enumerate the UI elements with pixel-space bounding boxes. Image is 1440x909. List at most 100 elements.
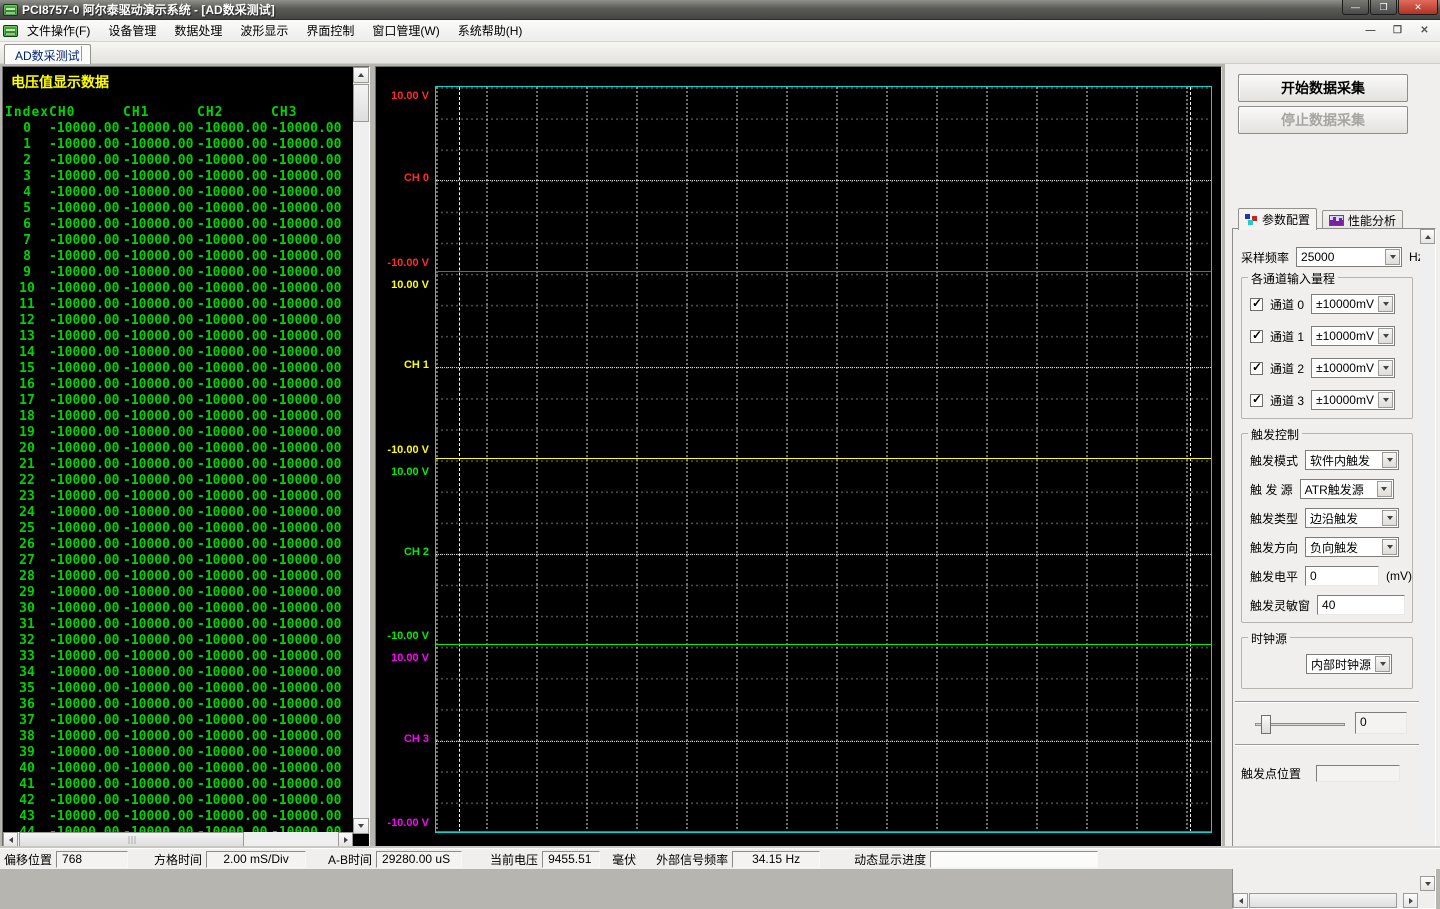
trigger-window-input[interactable]: 40 — [1317, 595, 1406, 615]
hscroll-thumb[interactable] — [1249, 893, 1397, 908]
menu-device[interactable]: 设备管理 — [99, 19, 165, 42]
chevron-down-icon[interactable] — [1385, 249, 1401, 265]
chevron-down-icon[interactable] — [1378, 328, 1394, 344]
channel-enable-checkbox[interactable] — [1250, 392, 1263, 407]
vscroll-thumb[interactable] — [353, 84, 369, 122]
chevron-down-icon[interactable] — [1378, 392, 1394, 408]
hscroll-thumb[interactable] — [19, 832, 244, 847]
menu-ui[interactable]: 界面控制 — [297, 19, 363, 42]
menu-data[interactable]: 数据处理 — [165, 19, 231, 42]
menu-wave[interactable]: 波形显示 — [231, 19, 297, 42]
voltage-cell: -10000.00 — [271, 377, 342, 392]
scroll-down-button[interactable] — [1420, 876, 1435, 891]
row-index: 41 — [19, 777, 35, 792]
cursor-a-line[interactable] — [459, 87, 460, 832]
close-button[interactable]: ✕ — [1398, 0, 1438, 15]
voltage-cell: -10000.00 — [123, 425, 194, 440]
tab-parameter-config[interactable]: 参数配置 — [1238, 208, 1318, 230]
status-bar: 偏移位置 768 方格时间 2.00 mS/Div A-B时间 29280.00… — [0, 848, 1440, 869]
voltage-cell: -10000.00 — [197, 729, 268, 744]
chevron-down-icon[interactable] — [1382, 452, 1398, 468]
panel-hscrollbar[interactable] — [1233, 893, 1420, 908]
mdi-restore-button[interactable]: ❐ — [1386, 22, 1409, 39]
row-index: 25 — [19, 521, 35, 536]
scroll-down-button[interactable] — [353, 818, 369, 834]
channel-enable-checkbox[interactable] — [1250, 328, 1263, 343]
voltage-cell: -10000.00 — [49, 473, 120, 488]
voltage-cell: -10000.00 — [123, 569, 194, 584]
trigger-source-select[interactable]: ATR触发源 — [1299, 479, 1394, 499]
row-index: 24 — [19, 505, 35, 520]
mdi-minimize-button[interactable]: — — [1359, 22, 1382, 39]
menu-help[interactable]: 系统帮助(H) — [449, 19, 532, 42]
row-index: 34 — [19, 665, 35, 680]
chevron-down-icon[interactable] — [1378, 296, 1394, 312]
voltage-cell: -10000.00 — [123, 585, 194, 600]
voltage-cell: -10000.00 — [123, 601, 194, 616]
channel-enable-checkbox[interactable] — [1250, 296, 1263, 311]
app-icon — [3, 3, 18, 16]
table-hscrollbar[interactable] — [3, 832, 353, 847]
row-index: 19 — [19, 425, 35, 440]
channel-range-value: ±10000mV — [1316, 361, 1374, 375]
tab-ad-test[interactable]: AD数采测试 — [4, 44, 91, 64]
slider-thumb[interactable] — [1261, 715, 1271, 734]
voltage-cell: -10000.00 — [197, 809, 268, 824]
menu-window[interactable]: 窗口管理(W) — [363, 19, 448, 42]
clock-source-select[interactable]: 内部时钟源 — [1306, 654, 1392, 674]
chevron-down-icon[interactable] — [1375, 656, 1390, 672]
voltage-cell: -10000.00 — [123, 137, 194, 152]
sample-rate-select[interactable]: 25000 — [1296, 247, 1403, 267]
voltage-cell: -10000.00 — [197, 473, 268, 488]
channel-range-select[interactable]: ±10000mV — [1311, 294, 1396, 314]
scroll-up-button[interactable] — [1420, 229, 1435, 244]
voltage-cell: -10000.00 — [49, 825, 123, 832]
scroll-left-button[interactable] — [3, 832, 18, 847]
menu-file[interactable]: 文件操作(F) — [18, 19, 99, 42]
voltage-cell: -10000.00 — [123, 489, 194, 504]
trigger-mode-select[interactable]: 软件内触发 — [1305, 450, 1400, 470]
child-window-icon[interactable] — [3, 24, 18, 37]
channel-range-select[interactable]: ±10000mV — [1311, 326, 1396, 346]
trigger-type-select[interactable]: 边沿触发 — [1305, 508, 1400, 528]
scroll-right-button[interactable] — [338, 832, 353, 847]
channel-enable-checkbox[interactable] — [1250, 360, 1263, 375]
table-row: 8 -10000.00 -10000.00 -10000.00 -10000.00 — [5, 249, 353, 265]
offset-slider[interactable] — [1255, 715, 1345, 734]
voltage-cell: -10000.00 — [49, 633, 120, 648]
table-vscrollbar[interactable] — [353, 67, 369, 834]
minimize-button[interactable]: — — [1342, 0, 1369, 15]
scroll-up-button[interactable] — [353, 67, 369, 83]
chevron-down-icon[interactable] — [1376, 481, 1392, 497]
row-index: 2 — [23, 153, 31, 168]
table-row: 35 -10000.00 -10000.00 -10000.00 -10000.00 — [5, 681, 353, 697]
voltage-cell: -10000.00 — [271, 601, 342, 616]
voltage-cell: -10000.00 — [49, 169, 120, 184]
channel-zero-line — [436, 180, 1211, 181]
panel-vscrollbar[interactable] — [1420, 229, 1435, 892]
voltage-cell: -10000.00 — [49, 313, 120, 328]
trigger-direction-select[interactable]: 负向触发 — [1305, 537, 1400, 557]
trigger-level-input[interactable]: 0 — [1305, 566, 1380, 586]
tab-performance-analysis[interactable]: 性能分析 — [1322, 210, 1404, 230]
voltage-cell: -10000.00 — [49, 585, 120, 600]
chevron-down-icon[interactable] — [1382, 539, 1398, 555]
chevron-down-icon[interactable] — [1382, 510, 1398, 526]
mdi-close-button[interactable]: ✕ — [1413, 22, 1436, 39]
column-header: Index — [5, 105, 50, 120]
scroll-right-button[interactable] — [1403, 893, 1418, 908]
channel-range-select[interactable]: ±10000mV — [1311, 358, 1396, 378]
cursor-b-line[interactable] — [1190, 87, 1191, 832]
scroll-left-button[interactable] — [1233, 893, 1248, 908]
chevron-down-icon[interactable] — [1378, 360, 1394, 376]
restore-button[interactable]: ❐ — [1370, 0, 1397, 15]
start-acquisition-button[interactable]: 开始数据采集 — [1238, 74, 1408, 102]
row-index: 28 — [19, 569, 35, 584]
voltage-panel-title: 电压值显示数据 — [11, 74, 109, 90]
channel-name-label: CH 1 — [403, 359, 429, 371]
voltage-cell: -10000.00 — [123, 681, 194, 696]
table-row: 1 -10000.00 -10000.00 -10000.00 -10000.00 — [5, 137, 353, 153]
channel-range-select[interactable]: ±10000mV — [1311, 390, 1396, 410]
voltage-cell: -10000.00 — [271, 217, 342, 232]
voltage-cell: -10000.00 — [197, 665, 268, 680]
